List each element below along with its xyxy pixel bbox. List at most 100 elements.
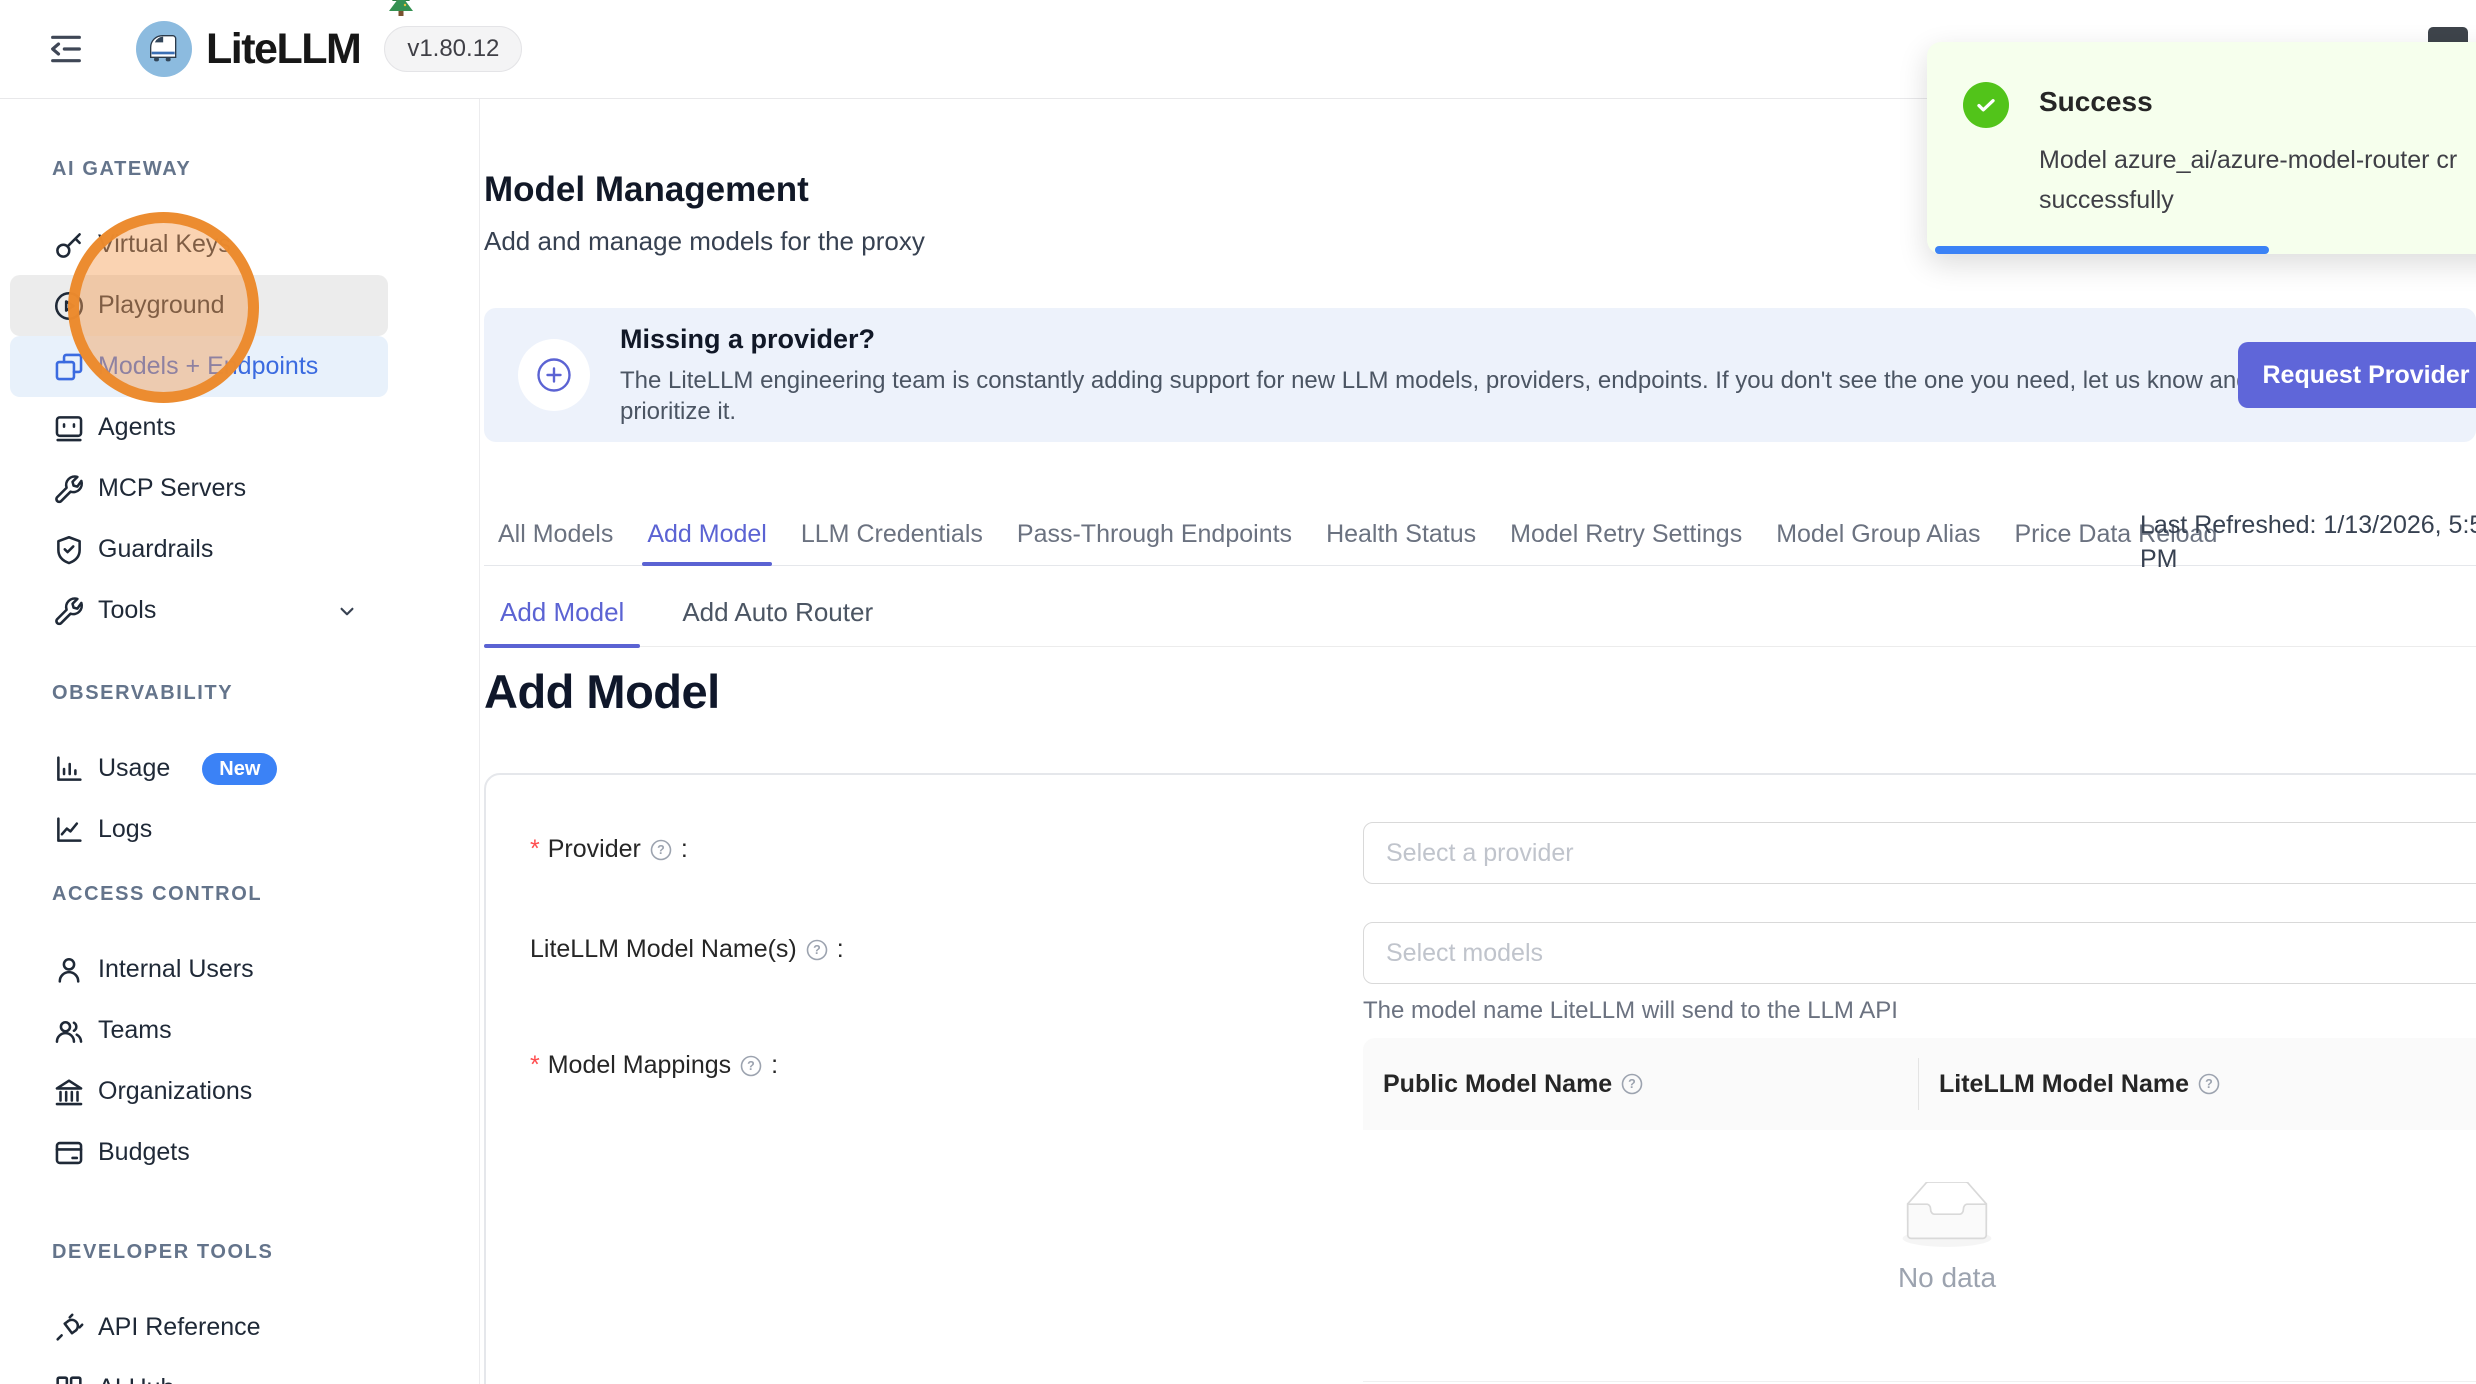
wrench-icon xyxy=(52,472,86,506)
christmas-tree-icon xyxy=(384,0,418,26)
svg-text:?: ? xyxy=(747,1059,755,1073)
toast-progress-bar xyxy=(1935,246,2269,254)
key-icon xyxy=(52,228,86,262)
section-label: DEVELOPER TOOLS xyxy=(52,1241,479,1265)
sidebar-item-label: Guardrails xyxy=(98,535,213,564)
sidebar-item-budgets[interactable]: Budgets xyxy=(10,1122,388,1183)
sidebar-item-label: AI Hub xyxy=(98,1374,174,1384)
budget-card-icon xyxy=(52,1136,86,1170)
toast-title: Success xyxy=(2039,86,2153,118)
help-circle-icon[interactable]: ? xyxy=(649,838,673,862)
column-litellm-model-name: LiteLLM Model Name ? xyxy=(1919,1070,2476,1099)
add-model-heading: Add Model xyxy=(484,664,720,719)
mappings-table-body: No data xyxy=(1363,1130,2476,1382)
help-circle-icon[interactable]: ? xyxy=(2197,1072,2221,1096)
tab-llm-credentials[interactable]: LLM Credentials xyxy=(801,503,983,565)
sidebar-item-mcp-servers[interactable]: MCP Servers xyxy=(10,458,388,519)
wrench-icon xyxy=(52,594,86,628)
bank-icon xyxy=(52,1075,86,1109)
no-data-text: No data xyxy=(1327,1262,2476,1294)
version-badge: v1.80.12 xyxy=(384,26,522,72)
tab-all-models[interactable]: All Models xyxy=(498,503,613,565)
provider-select-input[interactable] xyxy=(1363,822,2476,884)
help-circle-icon[interactable]: ? xyxy=(1620,1072,1644,1096)
missing-provider-banner: Missing a provider? The LiteLLM engineer… xyxy=(484,308,2476,442)
shield-check-icon xyxy=(52,533,86,567)
click-indicator-circle xyxy=(68,212,259,403)
page-subtitle: Add and manage models for the proxy xyxy=(484,226,925,257)
svg-text:?: ? xyxy=(657,843,665,857)
tab-model-group-alias[interactable]: Model Group Alias xyxy=(1776,503,1980,565)
sidebar-collapse-icon[interactable] xyxy=(46,27,90,71)
litellm-admin-app: LiteLLM v1.80.12 AI GATEWAY xyxy=(0,0,2476,1384)
help-circle-icon[interactable]: ? xyxy=(805,938,829,962)
sidebar-item-label: Usage xyxy=(98,754,170,783)
mappings-table-header: Public Model Name ? LiteLLM Model Name ? xyxy=(1363,1038,2476,1130)
brand-logo[interactable]: LiteLLM v1.80.12 xyxy=(136,21,522,77)
add-model-subtabs: Add Model Add Auto Router xyxy=(484,578,2476,647)
sidebar-item-label: Logs xyxy=(98,815,152,844)
help-circle-icon[interactable]: ? xyxy=(739,1054,763,1078)
sidebar-item-teams[interactable]: Teams xyxy=(10,1000,388,1061)
toast-message: Model azure_ai/azure-model-router cr suc… xyxy=(2039,140,2457,220)
success-check-icon xyxy=(1963,82,2009,128)
model-mappings-table: Public Model Name ? LiteLLM Model Name ? xyxy=(1363,1038,2476,1382)
models-select-input[interactable] xyxy=(1363,922,2476,984)
sidebar-item-label: Organizations xyxy=(98,1077,252,1106)
section-label: OBSERVABILITY xyxy=(52,682,479,706)
add-model-form: * Provider ? : LiteLLM Model Name(s) ? :… xyxy=(484,773,2476,1384)
sidebar-item-ai-hub[interactable]: AI Hub xyxy=(10,1358,388,1384)
tab-model-retry-settings[interactable]: Model Retry Settings xyxy=(1510,503,1742,565)
sidebar-item-label: Budgets xyxy=(98,1138,190,1167)
agent-icon xyxy=(52,411,86,445)
success-toast[interactable]: Success Model azure_ai/azure-model-route… xyxy=(1927,42,2476,254)
sidebar-section-ai-gateway: AI GATEWAY Virtual Keys Playground xyxy=(0,158,479,641)
svg-text:?: ? xyxy=(813,943,821,957)
svg-text:?: ? xyxy=(2205,1077,2213,1091)
sidebar-item-label: API Reference xyxy=(98,1313,261,1342)
last-refreshed-timestamp: Last Refreshed: 1/13/2026, 5:58: PM xyxy=(2140,508,2476,576)
section-label: ACCESS CONTROL xyxy=(52,883,479,907)
sidebar-section-access-control: ACCESS CONTROL Internal Users Teams xyxy=(0,883,479,1183)
models-help-text: The model name LiteLLM will send to the … xyxy=(1363,997,1898,1025)
plus-circle-icon xyxy=(518,339,590,411)
sidebar-item-guardrails[interactable]: Guardrails xyxy=(10,519,388,580)
users-icon xyxy=(52,1014,86,1048)
sidebar-item-label: Tools xyxy=(98,596,156,625)
tab-health-status[interactable]: Health Status xyxy=(1326,503,1476,565)
tab-pass-through-endpoints[interactable]: Pass-Through Endpoints xyxy=(1017,503,1292,565)
subtab-add-auto-router[interactable]: Add Auto Router xyxy=(666,578,889,646)
sidebar-item-api-reference[interactable]: API Reference xyxy=(10,1297,388,1358)
page-title: Model Management xyxy=(484,170,809,210)
grid-icon xyxy=(52,1372,86,1384)
bar-chart-icon xyxy=(52,752,86,786)
sidebar-item-organizations[interactable]: Organizations xyxy=(10,1061,388,1122)
sidebar-item-label: Teams xyxy=(98,1016,172,1045)
user-icon xyxy=(52,953,86,987)
request-provider-button[interactable]: Request Provider xyxy=(2238,342,2476,408)
new-badge: New xyxy=(202,753,277,785)
subtab-add-model[interactable]: Add Model xyxy=(484,578,640,646)
tab-add-model[interactable]: Add Model xyxy=(647,503,767,565)
litellm-logo-icon xyxy=(136,21,192,77)
sidebar-item-label: MCP Servers xyxy=(98,474,246,503)
banner-body: The LiteLLM engineering team is constant… xyxy=(620,365,2320,427)
banner-title: Missing a provider? xyxy=(620,324,2320,355)
sidebar-item-internal-users[interactable]: Internal Users xyxy=(10,939,388,1000)
plug-icon xyxy=(52,1311,86,1345)
sidebar-item-agents[interactable]: Agents xyxy=(10,397,388,458)
brand-name: LiteLLM xyxy=(206,25,360,74)
sidebar-item-tools[interactable]: Tools xyxy=(10,580,388,641)
sidebar-item-logs[interactable]: Logs xyxy=(10,799,388,860)
empty-state: No data xyxy=(1327,1182,2476,1294)
sidebar-section-developer-tools: DEVELOPER TOOLS API Reference AI Hub xyxy=(0,1241,479,1384)
svg-text:?: ? xyxy=(1628,1077,1636,1091)
empty-inbox-icon xyxy=(1892,1182,2002,1252)
sidebar-item-usage[interactable]: Usage New xyxy=(10,738,388,799)
model-mappings-label: * Model Mappings ? : xyxy=(530,1051,778,1080)
required-asterisk: * xyxy=(530,1051,540,1080)
sidebar-item-label: Agents xyxy=(98,413,176,442)
sidebar-item-label: Internal Users xyxy=(98,955,254,984)
line-chart-icon xyxy=(52,813,86,847)
litellm-model-names-label: LiteLLM Model Name(s) ? : xyxy=(530,935,844,964)
